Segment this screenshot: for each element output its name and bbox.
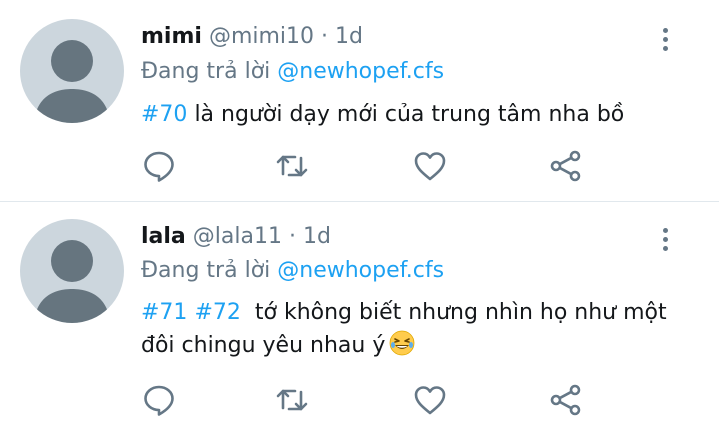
share-button[interactable]: [548, 382, 584, 418]
tweet-text: #71 #72 tớ không biết nhưng nhìn họ như …: [141, 296, 681, 366]
rolling-on-floor-laughing-emoji: [389, 330, 415, 366]
tweet-actions: [0, 148, 719, 184]
like-button[interactable]: [412, 382, 448, 418]
avatar[interactable]: [20, 219, 124, 323]
tweet-actions: [0, 382, 719, 418]
reply-bubble-icon: [144, 385, 174, 416]
more-options-button[interactable]: [656, 226, 676, 254]
reply-mention-link[interactable]: @newhopef.cfs: [277, 59, 444, 84]
handle[interactable]: @lala11: [193, 224, 282, 249]
hashtag-link[interactable]: #71: [141, 300, 187, 325]
hashtag-link[interactable]: #72: [194, 300, 240, 325]
more-options-button[interactable]: [656, 26, 676, 54]
tweet-header: lala @lala11 · 1d: [141, 223, 331, 251]
tweet[interactable]: mimi @mimi10 · 1d Đang trả lời @newhopef…: [0, 0, 719, 201]
reply-prefix: Đang trả lời: [141, 258, 271, 283]
reply-button[interactable]: [141, 382, 177, 418]
tweet-header: mimi @mimi10 · 1d: [141, 23, 363, 51]
like-button[interactable]: [412, 148, 448, 184]
timestamp[interactable]: 1d: [303, 224, 331, 249]
tweet-text: #70 là người dạy mới của trung tâm nha b…: [141, 98, 701, 131]
retweet-icon: [276, 389, 308, 411]
retweet-icon: [276, 155, 308, 177]
heart-icon: [414, 386, 446, 415]
retweet-button[interactable]: [274, 148, 310, 184]
default-avatar-icon: [34, 40, 110, 123]
hashtag-link[interactable]: #70: [141, 102, 187, 127]
handle[interactable]: @mimi10: [209, 24, 314, 49]
reply-button[interactable]: [141, 148, 177, 184]
avatar[interactable]: [20, 19, 124, 123]
share-icon: [550, 384, 581, 416]
share-button[interactable]: [548, 148, 584, 184]
retweet-button[interactable]: [274, 382, 310, 418]
reply-context: Đang trả lời @newhopef.cfs: [141, 257, 444, 285]
reply-mention-link[interactable]: @newhopef.cfs: [277, 258, 444, 283]
display-name[interactable]: lala: [141, 224, 186, 249]
tweet[interactable]: lala @lala11 · 1d Đang trả lời @newhopef…: [0, 202, 719, 423]
timestamp[interactable]: 1d: [335, 24, 363, 49]
display-name[interactable]: mimi: [141, 24, 202, 49]
heart-icon: [414, 152, 446, 181]
share-icon: [550, 150, 581, 182]
reply-context: Đang trả lời @newhopef.cfs: [141, 58, 444, 86]
reply-prefix: Đang trả lời: [141, 59, 271, 84]
separator: ·: [321, 24, 329, 49]
separator: ·: [288, 224, 296, 249]
tweet-body: là người dạy mới của trung tâm nha bồ: [194, 102, 625, 127]
default-avatar-icon: [34, 240, 110, 323]
reply-bubble-icon: [144, 151, 174, 182]
